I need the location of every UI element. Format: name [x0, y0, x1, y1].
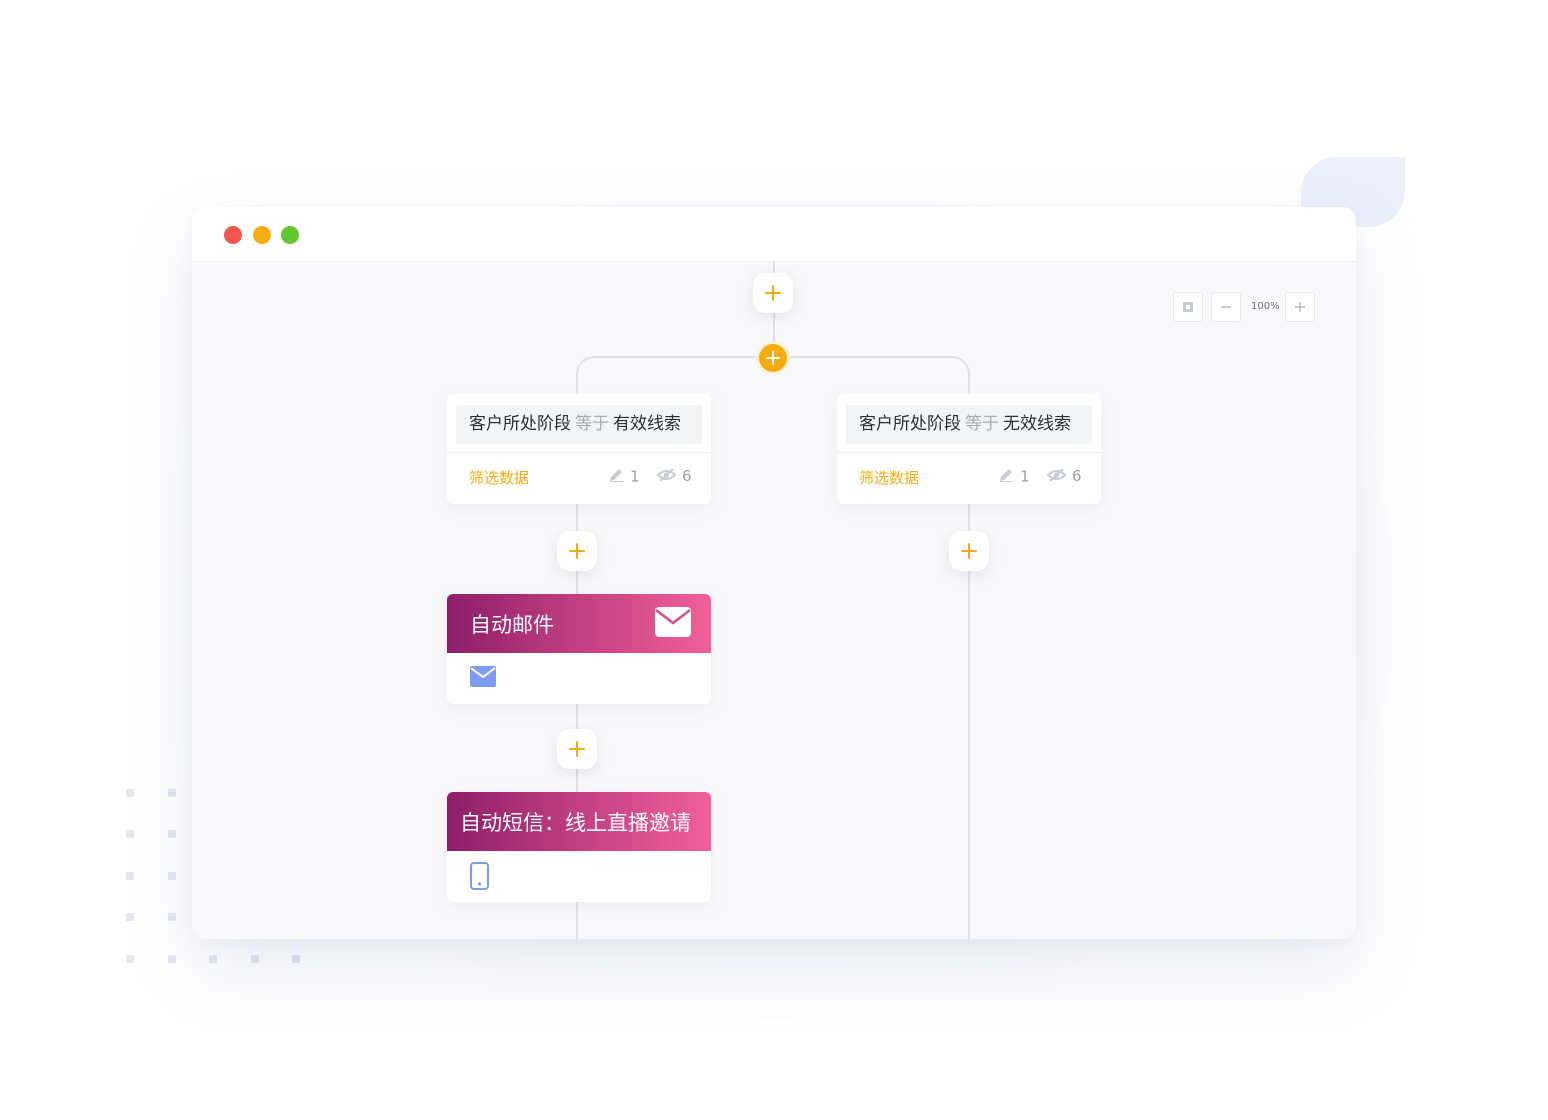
condition-operator: 等于 — [575, 414, 609, 434]
edit-count: 1 — [998, 467, 1030, 487]
condition-field: 客户所处阶段 — [469, 414, 571, 434]
add-step-button[interactable] — [949, 531, 989, 571]
condition-field: 客户所处阶段 — [859, 414, 961, 434]
minus-icon — [1221, 306, 1231, 308]
condition-operator: 等于 — [965, 414, 999, 434]
plus-icon — [961, 543, 977, 559]
add-step-button[interactable] — [557, 729, 597, 769]
divider — [837, 452, 1101, 453]
window-close-button[interactable] — [224, 226, 242, 244]
connector-line — [968, 380, 970, 394]
condition-card[interactable]: 客户所处阶段 等于 有效线索 筛选数据 1 6 — [447, 394, 711, 504]
connector-corner — [576, 356, 600, 380]
condition-expression: 客户所处阶段 等于 有效线索 — [456, 405, 702, 444]
condition-value: 无效线索 — [1003, 414, 1071, 434]
action-title: 自动邮件 — [470, 613, 554, 637]
connector-line — [576, 380, 578, 394]
filter-data-link[interactable]: 筛选数据 — [859, 467, 919, 488]
plus-icon — [766, 351, 780, 365]
divider — [447, 452, 711, 453]
add-step-button[interactable] — [557, 531, 597, 571]
plus-icon — [1295, 302, 1305, 312]
sms-action-card[interactable]: 自动短信：线上直播邀请 — [447, 792, 711, 902]
action-header: 自动邮件 — [447, 594, 711, 653]
zoom-in-button[interactable] — [1285, 292, 1315, 322]
view-count: 6 — [1046, 467, 1082, 486]
fit-view-icon — [1183, 302, 1193, 312]
edit-count: 1 — [608, 467, 640, 487]
add-branch-button[interactable] — [759, 344, 787, 372]
action-title: 自动短信：线上直播邀请 — [460, 811, 691, 835]
window-titlebar — [192, 207, 1356, 262]
action-header: 自动短信：线上直播邀请 — [447, 792, 711, 851]
phone-icon — [470, 862, 489, 894]
email-action-card[interactable]: 自动邮件 — [447, 594, 711, 704]
pencil-icon — [998, 467, 1014, 487]
plus-icon — [569, 741, 585, 757]
window-minimize-button[interactable] — [253, 226, 271, 244]
mail-icon — [470, 666, 496, 691]
connector-corner — [946, 356, 970, 380]
eye-hidden-icon — [656, 467, 677, 486]
zoom-level: 100% — [1251, 301, 1280, 312]
add-step-button[interactable] — [753, 273, 793, 313]
app-window: 客户所处阶段 等于 有效线索 筛选数据 1 6 客户所处阶段 等于 无效线索 筛选数据 — [192, 207, 1356, 939]
filter-data-link[interactable]: 筛选数据 — [469, 467, 529, 488]
plus-icon — [569, 543, 585, 559]
condition-card[interactable]: 客户所处阶段 等于 无效线索 筛选数据 1 6 — [837, 394, 1101, 504]
plus-icon — [765, 285, 781, 301]
mail-icon — [655, 607, 691, 641]
fit-view-button[interactable] — [1173, 292, 1203, 322]
connector-line — [576, 902, 578, 939]
condition-expression: 客户所处阶段 等于 无效线索 — [846, 405, 1092, 444]
zoom-out-button[interactable] — [1211, 292, 1241, 322]
pencil-icon — [608, 467, 624, 487]
eye-hidden-icon — [1046, 467, 1067, 486]
view-count: 6 — [656, 467, 692, 486]
workflow-canvas[interactable]: 客户所处阶段 等于 有效线索 筛选数据 1 6 客户所处阶段 等于 无效线索 筛选数据 — [192, 262, 1356, 939]
condition-value: 有效线索 — [613, 414, 681, 434]
window-maximize-button[interactable] — [281, 226, 299, 244]
